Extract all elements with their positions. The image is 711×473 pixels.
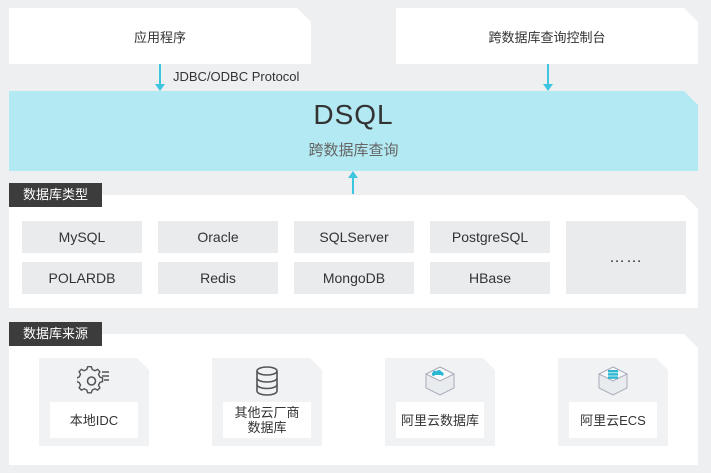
db-type-postgresql: PostgreSQL: [430, 221, 550, 253]
console-label: 跨数据库查询控制台: [488, 29, 606, 45]
db-types-tag: 数据库类型: [9, 183, 103, 207]
application-box: 应用程序: [9, 8, 311, 64]
source-card-aliyun-db: 阿里云数据库: [385, 358, 495, 446]
db-type-redis: Redis: [158, 262, 278, 294]
source-label-aliyun-db: 阿里云数据库: [396, 402, 484, 438]
source-label-local-idc: 本地IDC: [50, 402, 138, 438]
source-label-line1: 其他云厂商: [234, 405, 300, 420]
arrow-console-to-dsql: [543, 64, 553, 91]
database-icon: [250, 364, 284, 398]
db-type-hbase: HBase: [430, 262, 550, 294]
db-type-more: ……: [566, 221, 686, 294]
ecs-server-icon: [596, 364, 630, 398]
source-label-aliyun-ecs: 阿里云ECS: [569, 402, 657, 438]
cross-db-console-box: 跨数据库查询控制台: [396, 8, 698, 64]
protocol-label: JDBC/ODBC Protocol: [173, 69, 300, 84]
db-type-mysql: MySQL: [22, 221, 142, 253]
source-label-line1: 阿里云数据库: [400, 412, 479, 428]
arrow-types-to-dsql: [348, 171, 358, 194]
dsql-subtitle: 跨数据库查询: [308, 142, 399, 159]
dsql-band: DSQL 跨数据库查询: [9, 91, 698, 171]
db-type-sqlserver: SQLServer: [294, 221, 414, 253]
source-card-local-idc: 本地IDC: [39, 358, 149, 446]
db-type-oracle: Oracle: [158, 221, 278, 253]
cloud-database-icon: [423, 364, 457, 398]
db-sources-tag: 数据库来源: [9, 322, 103, 346]
db-type-polardb: POLARDB: [22, 262, 142, 294]
source-card-aliyun-ecs: 阿里云ECS: [558, 358, 668, 446]
source-card-other-cloud: 其他云厂商 数据库: [212, 358, 322, 446]
application-label: 应用程序: [133, 29, 186, 45]
arrow-app-to-dsql: [155, 64, 165, 91]
source-label-other-cloud: 其他云厂商 数据库: [223, 402, 311, 438]
source-label-line1: 本地IDC: [69, 412, 119, 428]
source-label-line2: 数据库: [247, 420, 287, 435]
source-label-line1: 阿里云ECS: [580, 412, 646, 428]
dsql-title: DSQL: [313, 99, 394, 130]
gear-icon: [77, 364, 111, 398]
db-type-mongodb: MongoDB: [294, 262, 414, 294]
